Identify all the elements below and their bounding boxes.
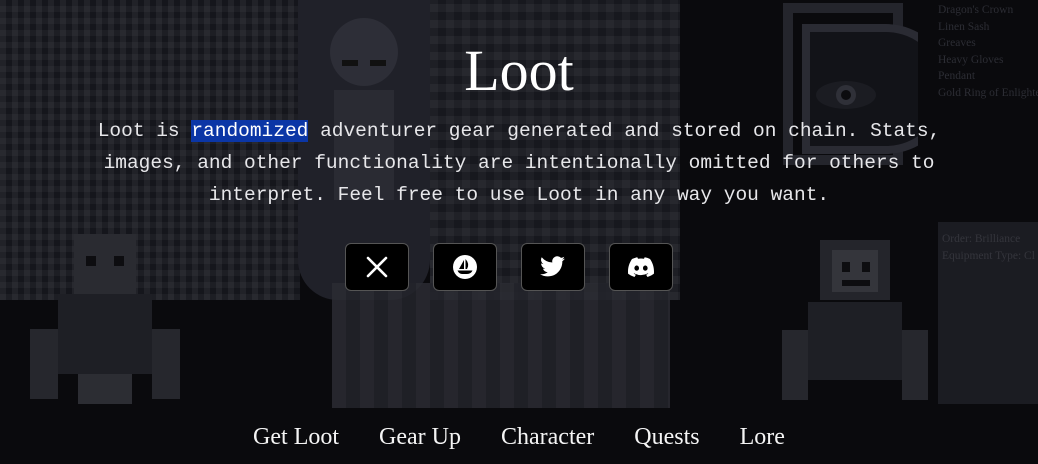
description-text: Loot is [97, 120, 192, 142]
discord-button[interactable] [609, 243, 673, 291]
hero-description: Loot is randomized adventurer gear gener… [60, 115, 978, 211]
discord-icon [628, 257, 654, 277]
pixel-dungeon-map [332, 283, 670, 408]
highlighted-word: randomized [191, 120, 309, 142]
page-title: Loot [464, 38, 574, 103]
social-links [345, 243, 673, 291]
gear-item: Linen Sash [938, 20, 990, 33]
x-icon [365, 255, 389, 279]
order-label: Order: Brilliance [942, 233, 1021, 245]
nav-get-loot[interactable]: Get Loot [253, 420, 339, 454]
opensea-button[interactable] [433, 243, 497, 291]
nav-lore[interactable]: Lore [740, 420, 785, 454]
item-order-info: Order: Brilliance Equipment Type: Cl [942, 231, 1035, 265]
gear-item: Dragon's Crown [938, 4, 1014, 16]
nav-gear-up[interactable]: Gear Up [379, 420, 461, 454]
pixel-character-right [780, 240, 930, 404]
pixel-character-left [28, 234, 183, 404]
opensea-icon [452, 254, 478, 280]
x-button[interactable] [345, 243, 409, 291]
nav-quests[interactable]: Quests [634, 420, 699, 454]
twitter-icon [540, 256, 566, 278]
nav-character[interactable]: Character [501, 420, 594, 454]
main-nav: Get Loot Gear Up Character Quests Lore [0, 420, 1038, 454]
equipment-type-label: Equipment Type: Cl [942, 250, 1035, 262]
twitter-button[interactable] [521, 243, 585, 291]
